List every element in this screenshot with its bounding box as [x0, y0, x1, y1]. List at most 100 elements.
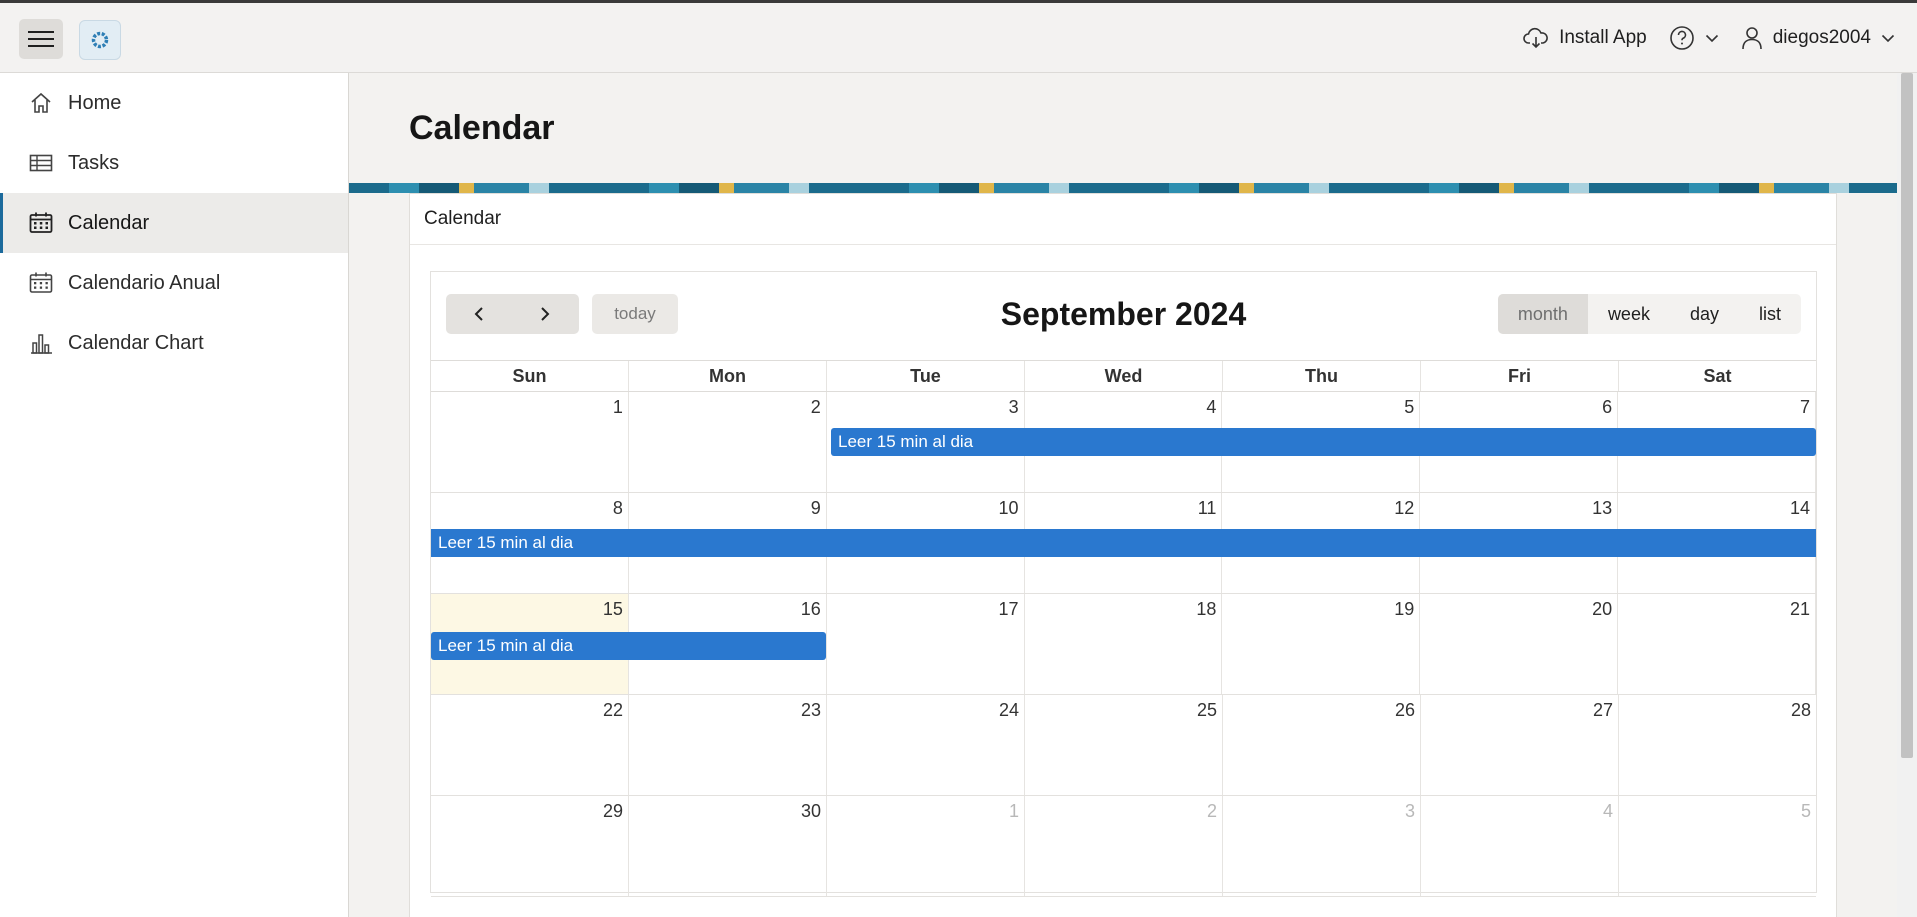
home-icon	[28, 91, 54, 115]
scrollbar-thumb[interactable]	[1901, 73, 1913, 758]
day-cell[interactable]: 27	[1421, 695, 1619, 795]
day-cell[interactable]: 18	[1025, 594, 1223, 694]
day-number[interactable]: 10	[999, 498, 1019, 519]
page-title: Calendar	[409, 109, 555, 147]
day-number[interactable]: 4	[1206, 397, 1216, 418]
day-number[interactable]: 15	[603, 599, 623, 620]
calendar-widget: today September 2024 month week day list…	[430, 271, 1817, 897]
day-cell-other-month[interactable]: 3	[1223, 796, 1421, 896]
week-row: 15 16 17 18 19 20 21 Leer 15 min al dia	[431, 594, 1817, 695]
day-cell[interactable]: 30	[629, 796, 827, 896]
install-app-button[interactable]: Install App	[1523, 27, 1647, 49]
day-cell[interactable]: 29	[431, 796, 629, 896]
sidebar-item-label: Calendar Chart	[68, 331, 204, 354]
app-header: Install App diegos2004	[0, 3, 1917, 73]
sidebar-item-label: Calendar	[68, 211, 150, 234]
day-cell-other-month[interactable]: 4	[1421, 796, 1619, 896]
day-number[interactable]: 5	[1404, 397, 1414, 418]
day-number[interactable]: 22	[603, 700, 623, 721]
calendar-event[interactable]: Leer 15 min al dia	[831, 428, 1816, 456]
day-number[interactable]: 23	[801, 700, 821, 721]
sidebar-item-calendar-chart[interactable]: Calendar Chart	[0, 313, 348, 373]
day-number[interactable]: 24	[999, 700, 1019, 721]
sidebar-item-calendar[interactable]: Calendar	[0, 193, 348, 253]
day-cell[interactable]: 28	[1619, 695, 1816, 795]
day-cell-other-month[interactable]: 2	[1025, 796, 1223, 896]
day-number[interactable]: 3	[1009, 397, 1019, 418]
day-number[interactable]: 1	[613, 397, 623, 418]
page-scrollbar[interactable]	[1897, 73, 1917, 917]
day-cell[interactable]: 24	[827, 695, 1025, 795]
day-number[interactable]: 21	[1790, 599, 1810, 620]
day-number[interactable]: 9	[811, 498, 821, 519]
hero-banner-image	[349, 183, 1897, 193]
main-content: Calendar Calendar today September 2024 m…	[349, 73, 1897, 917]
day-cell[interactable]: 23	[629, 695, 827, 795]
day-number[interactable]: 27	[1593, 700, 1613, 721]
day-cell[interactable]: 20	[1420, 594, 1619, 694]
view-week-button[interactable]: week	[1588, 294, 1670, 334]
table-icon	[28, 151, 54, 175]
user-menu-button[interactable]: diegos2004	[1741, 26, 1895, 50]
chevron-down-icon	[1705, 34, 1718, 42]
day-cell[interactable]: 2	[629, 392, 827, 492]
weekday-label: Sat	[1703, 365, 1732, 386]
user-name: diegos2004	[1772, 26, 1871, 48]
day-number[interactable]: 2	[1207, 801, 1217, 822]
day-number[interactable]: 11	[1198, 498, 1217, 519]
calendar-event[interactable]: Leer 15 min al dia	[431, 529, 1816, 557]
view-list-button[interactable]: list	[1739, 294, 1801, 334]
month-grid: Sun Mon Tue Wed Thu Fri Sat 1 2 3 4 5 6 …	[431, 360, 1817, 897]
menu-toggle-button[interactable]	[19, 19, 63, 59]
day-number[interactable]: 7	[1800, 397, 1810, 418]
view-month-button[interactable]: month	[1497, 294, 1588, 334]
weekday-label: Tue	[827, 361, 1025, 391]
weekday-label: Sun	[431, 361, 629, 391]
sidebar-item-calendario-anual[interactable]: Calendario Anual	[0, 253, 348, 313]
help-menu-button[interactable]	[1669, 25, 1719, 51]
app-logo[interactable]	[79, 20, 121, 60]
day-number[interactable]: 30	[801, 801, 821, 822]
sidebar-item-home[interactable]: Home	[0, 73, 348, 133]
day-number[interactable]: 25	[1197, 700, 1217, 721]
day-cell-other-month[interactable]: 1	[827, 796, 1025, 896]
day-number[interactable]: 19	[1394, 599, 1414, 620]
calendar-toolbar: today September 2024 month week day list	[431, 272, 1816, 360]
day-number[interactable]: 29	[603, 801, 623, 822]
day-number[interactable]: 2	[811, 397, 821, 418]
day-cell[interactable]: 21	[1618, 594, 1817, 694]
calendar-event[interactable]: Leer 15 min al dia	[431, 632, 826, 660]
calendar-icon	[28, 271, 54, 295]
day-cell[interactable]: 1	[431, 392, 629, 492]
day-number[interactable]: 8	[613, 498, 623, 519]
chevron-down-icon	[1881, 34, 1895, 42]
week-row: 29 30 1 2 3 4 5	[431, 796, 1816, 897]
day-number[interactable]: 28	[1791, 700, 1811, 721]
day-number[interactable]: 18	[1196, 599, 1216, 620]
day-number[interactable]: 6	[1602, 397, 1612, 418]
day-number[interactable]: 4	[1603, 801, 1613, 822]
week-row: 22 23 24 25 26 27 28	[431, 695, 1816, 796]
view-switcher: month week day list	[1497, 294, 1801, 334]
view-day-button[interactable]: day	[1670, 294, 1739, 334]
day-number[interactable]: 20	[1592, 599, 1612, 620]
day-number[interactable]: 1	[1009, 801, 1019, 822]
day-number[interactable]: 3	[1405, 801, 1415, 822]
day-cell[interactable]: 25	[1025, 695, 1223, 795]
day-number[interactable]: 5	[1801, 801, 1811, 822]
calendar-icon	[28, 211, 54, 235]
sidebar-nav: Home Tasks Calendar Calendario Anual Cal…	[0, 73, 349, 917]
day-number[interactable]: 13	[1592, 498, 1612, 519]
day-number[interactable]: 17	[999, 599, 1019, 620]
day-cell[interactable]: 22	[431, 695, 629, 795]
day-number[interactable]: 26	[1395, 700, 1415, 721]
day-cell-other-month[interactable]: 5	[1619, 796, 1816, 896]
sidebar-item-tasks[interactable]: Tasks	[0, 133, 348, 193]
day-number[interactable]: 16	[801, 599, 821, 620]
day-cell[interactable]: 26	[1223, 695, 1421, 795]
install-app-label: Install App	[1559, 26, 1647, 48]
day-number[interactable]: 14	[1790, 498, 1810, 519]
day-number[interactable]: 12	[1394, 498, 1414, 519]
day-cell[interactable]: 19	[1222, 594, 1421, 694]
day-cell[interactable]: 17	[827, 594, 1025, 694]
